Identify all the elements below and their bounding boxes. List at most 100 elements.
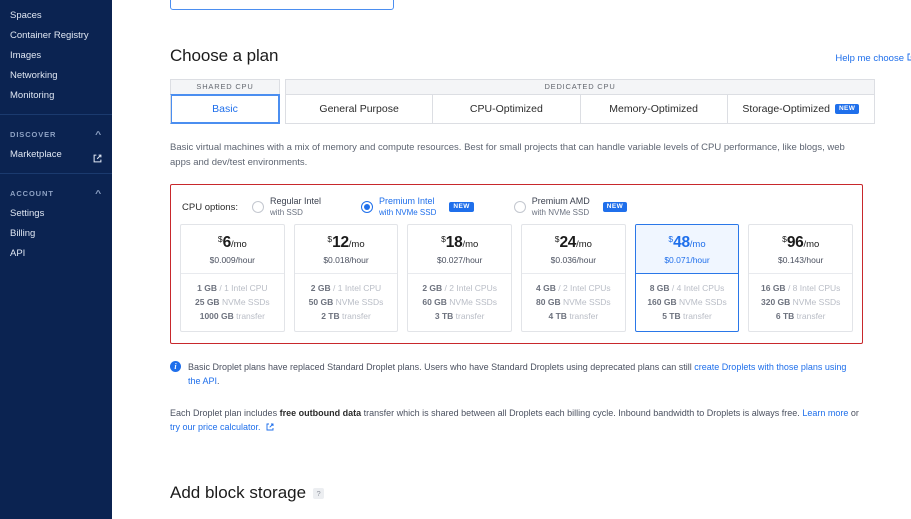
spec-disk: 160 GB NVMe SSDs xyxy=(642,295,733,309)
dedicated-cpu-group-label: DEDICATED CPU xyxy=(285,79,875,94)
plan-card-specs: 1 GB / 1 Intel CPU 25 GB NVMe SSDs 1000 GB… xyxy=(181,274,284,331)
tab-basic[interactable]: Basic xyxy=(170,94,280,124)
chevron-up-icon[interactable]: ^ xyxy=(96,130,103,139)
spec-memory-cpu: 16 GB / 8 Intel CPUs xyxy=(761,282,841,293)
radio-icon[interactable] xyxy=(513,201,526,214)
hostname-input[interactable] xyxy=(170,0,394,10)
spec-memory-cpu: 2 GB / 1 Intel CPU xyxy=(310,282,382,293)
sidebar-section-label: DISCOVER xyxy=(10,129,57,139)
tab-label: Storage-Optimized xyxy=(742,103,830,115)
spec-transfer: 6 TB transfer xyxy=(755,309,846,323)
spec-transfer-size: 4 TB xyxy=(548,310,567,321)
plan-type-tabs: SHARED CPU Basic DEDICATED CPU General P… xyxy=(170,79,911,124)
plan-card-48[interactable]: $48/mo $0.071/hour 8 GB / 4 Intel CPUs 160 … xyxy=(634,223,740,332)
spec-disk-size: 25 GB xyxy=(195,296,220,307)
spec-disk: 50 GB NVMe SSDs xyxy=(301,295,392,309)
radio-icon[interactable] xyxy=(251,201,264,214)
spec-memory-cpu: 4 GB / 2 Intel CPUs xyxy=(536,282,611,293)
spec-memory-cpu: 2 GB / 2 Intel CPUs xyxy=(422,282,497,293)
spec-transfer: 3 TB transfer xyxy=(414,309,505,323)
tab-storage-optimized[interactable]: Storage-Optimized NEW xyxy=(727,94,875,124)
learn-more-link[interactable]: Learn more xyxy=(802,408,848,418)
price-amount: 12 xyxy=(332,233,349,251)
cpu-option-premium-amd[interactable]: Premium AMD with NVMe SSD NEW xyxy=(513,196,628,217)
sidebar-section-account[interactable]: ACCOUNT ^ xyxy=(0,182,112,204)
sidebar-item-spaces[interactable]: Spaces xyxy=(0,6,112,26)
plan-card-price-area: $6/mo $0.009/hour xyxy=(181,225,284,273)
spec-disk: 60 GB NVMe SSDs xyxy=(414,295,505,309)
new-badge: NEW xyxy=(449,202,474,213)
plan-card-96[interactable]: $96/mo $0.143/hour 16 GB / 8 Intel CPUs 320… xyxy=(748,223,854,332)
notice-text: Basic Droplet plans have replaced Standa… xyxy=(188,360,860,389)
shared-cpu-group-label: SHARED CPU xyxy=(170,79,280,94)
sidebar-item-label: Marketplace xyxy=(10,149,62,160)
price-period: /mo xyxy=(576,238,592,250)
plan-card-price-area: $12/mo $0.018/hour xyxy=(295,225,398,273)
plan-card-specs: 4 GB / 2 Intel CPUs 80 GB NVMe SSDs 4 TB t… xyxy=(522,274,625,331)
price-period: /mo xyxy=(689,238,706,250)
price-calculator-link[interactable]: try our price calculator. xyxy=(170,422,261,432)
deprecated-plans-notice: i Basic Droplet plans have replaced Stan… xyxy=(170,360,860,389)
sidebar-item-marketplace[interactable]: Marketplace xyxy=(0,145,112,165)
free-note-t1: Each Droplet plan includes xyxy=(170,407,280,418)
price-period: /mo xyxy=(803,238,820,250)
cpu-option-premium-intel[interactable]: Premium Intel with NVMe SSD NEW xyxy=(361,196,474,217)
sidebar: Spaces Container Registry Images Network… xyxy=(0,0,112,519)
tab-general-purpose[interactable]: General Purpose xyxy=(285,94,434,124)
spec-transfer-size: 3 TB xyxy=(434,310,454,321)
plan-options-highlight: CPU options: Regular Intel with SSD Prem… xyxy=(170,184,863,344)
sidebar-item-api[interactable]: API xyxy=(0,244,112,264)
plan-card-hourly-price: $0.143/hour xyxy=(778,254,824,265)
new-badge: NEW xyxy=(834,104,860,114)
sidebar-item-networking[interactable]: Networking xyxy=(0,66,112,86)
spec-transfer-size: 1000 GB xyxy=(199,310,234,321)
chevron-up-icon[interactable]: ^ xyxy=(96,189,103,198)
plan-card-18[interactable]: $18/mo $0.027/hour 2 GB / 2 Intel CPUs 60 G… xyxy=(407,223,513,332)
radio-icon-selected[interactable] xyxy=(361,201,374,214)
price-amount: 96 xyxy=(786,233,804,251)
cpu-options-row: CPU options: Regular Intel with SSD Prem… xyxy=(180,194,853,223)
tab-memory-optimized[interactable]: Memory-Optimized xyxy=(580,94,728,124)
help-me-choose-link[interactable]: Help me choose xyxy=(835,53,911,66)
plan-card-price-area: $96/mo $0.143/hour xyxy=(749,225,852,273)
sidebar-item-images[interactable]: Images xyxy=(0,46,112,66)
sidebar-item-monitoring[interactable]: Monitoring xyxy=(0,86,112,106)
price-amount: 24 xyxy=(559,233,577,251)
spec-transfer-size: 2 TB xyxy=(321,310,340,321)
spec-transfer-label: transfer xyxy=(796,310,826,321)
spec-disk-size: 80 GB xyxy=(536,296,561,307)
plan-card-price: $24/mo xyxy=(528,234,619,252)
spec-memory: 1 GB xyxy=(197,282,217,293)
shared-cpu-tabrow: Basic xyxy=(170,94,280,124)
spec-transfer-label: transfer xyxy=(236,310,265,321)
tab-cpu-optimized[interactable]: CPU-Optimized xyxy=(433,94,581,124)
spec-memory: 4 GB xyxy=(536,282,556,293)
spec-cpu: 8 Intel CPUs xyxy=(792,282,841,293)
shared-cpu-group: SHARED CPU Basic xyxy=(170,79,280,124)
plan-card-6[interactable]: $6/mo $0.009/hour 1 GB / 1 Intel CPU 25 GB … xyxy=(180,223,285,332)
cpu-option-regular-intel[interactable]: Regular Intel with SSD xyxy=(251,196,321,217)
sidebar-item-label: Billing xyxy=(10,228,36,239)
spec-transfer-label: transfer xyxy=(683,310,712,321)
help-question-icon[interactable]: ? xyxy=(313,487,325,499)
price-amount: 6 xyxy=(222,233,232,251)
spec-disk-type: NVMe SSDs xyxy=(792,296,841,307)
tab-label: CPU-Optimized xyxy=(469,103,543,115)
sidebar-item-container-registry[interactable]: Container Registry xyxy=(0,26,112,46)
sidebar-item-billing[interactable]: Billing xyxy=(0,224,112,244)
spec-memory: 8 GB xyxy=(649,282,670,293)
cpu-options-label: CPU options: xyxy=(182,201,238,213)
sidebar-item-label: Monitoring xyxy=(10,90,55,101)
plan-card-12[interactable]: $12/mo $0.018/hour 2 GB / 1 Intel CPU 50 GB… xyxy=(293,223,399,332)
free-note-bold: free outbound data xyxy=(279,407,362,418)
tab-label: Basic xyxy=(212,103,238,115)
plan-card-24[interactable]: $24/mo $0.036/hour 4 GB / 2 Intel CPUs 80 G… xyxy=(521,223,626,332)
sidebar-item-settings[interactable]: Settings xyxy=(0,204,112,224)
spec-disk: 320 GB NVMe SSDs xyxy=(755,295,846,309)
plan-title-row: Choose a plan Help me choose xyxy=(170,46,911,66)
spec-cpu: 2 Intel CPUs xyxy=(562,282,611,293)
free-note-t3: or xyxy=(848,407,859,418)
sidebar-section-discover[interactable]: DISCOVER ^ xyxy=(0,123,112,145)
cpu-option-subtitle: with NVMe SSD xyxy=(379,207,437,217)
sidebar-item-label: Settings xyxy=(10,208,45,219)
